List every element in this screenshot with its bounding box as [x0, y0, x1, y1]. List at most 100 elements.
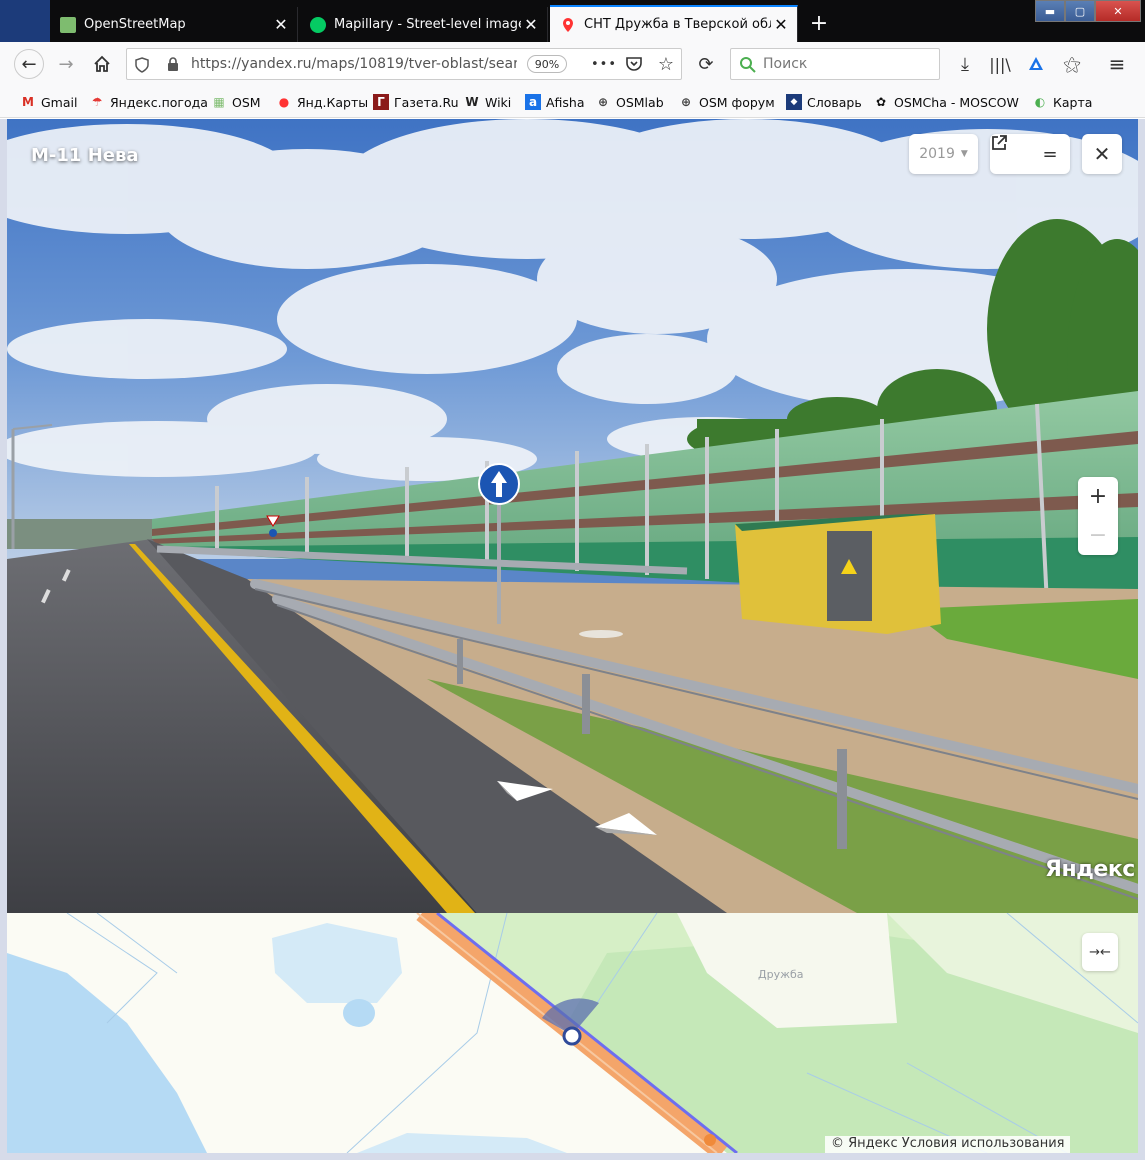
- downloads-button[interactable]: ⤓: [951, 50, 979, 78]
- wikipedia-icon: W: [465, 95, 479, 109]
- year-value: 2019: [919, 146, 955, 162]
- bookmark-label: Янд.Карты: [297, 94, 369, 110]
- year-selector[interactable]: 2019 ▼: [909, 134, 978, 174]
- tab-mapillary[interactable]: Mapillary - Street-level imagery ✕: [300, 7, 548, 42]
- bookmark-label: OSM форум: [699, 94, 775, 110]
- library-button[interactable]: |||\: [986, 50, 1014, 78]
- bookmark-osm[interactable]: ▦ OSM: [211, 94, 261, 110]
- back-button[interactable]: ←: [14, 49, 44, 79]
- zoom-in-button[interactable]: +: [1078, 477, 1118, 516]
- bookmark-dictionary[interactable]: ◆ Словарь: [786, 94, 862, 110]
- maximize-window-button[interactable]: ▢: [1065, 0, 1095, 22]
- extension-button[interactable]: [1022, 50, 1050, 78]
- bookmark-gazeta[interactable]: Г Газета.Ru: [373, 94, 459, 110]
- map-copyright[interactable]: © Яндекс Условия использования: [825, 1136, 1071, 1153]
- bookmark-label: Газета.Ru: [394, 94, 459, 110]
- search-engine-icon: [740, 57, 756, 73]
- bookmark-wiki[interactable]: W Wiki: [464, 94, 511, 110]
- tab-openstreetmap[interactable]: OpenStreetMap ✕: [50, 7, 298, 42]
- home-icon: [94, 55, 110, 72]
- bookmark-afisha[interactable]: a Afisha: [525, 94, 585, 110]
- bookmarks-toolbar: M Gmail ☂ Яндекс.погода ▦ OSM ● Янд.Карты ГГ…: [0, 86, 1145, 118]
- bookmark-label: OSM: [232, 94, 261, 110]
- map-pin-icon: ●: [278, 95, 290, 109]
- close-tab-icon[interactable]: ✕: [771, 15, 791, 35]
- mini-map[interactable]: →← Дружба © Яндекс Условия использования: [7, 913, 1138, 1153]
- window-controls: ▬ ▢ ✕: [1035, 0, 1141, 24]
- tab-title: OpenStreetMap: [84, 17, 186, 32]
- star-icon: ☆: [657, 53, 675, 75]
- bookmark-gmail[interactable]: M Gmail: [20, 94, 77, 110]
- gmail-icon: M: [22, 95, 34, 109]
- bookmark-yandex-maps[interactable]: ● Янд.Карты: [276, 94, 368, 110]
- close-window-button[interactable]: ✕: [1095, 0, 1141, 22]
- lock-icon[interactable]: [167, 57, 179, 72]
- minimize-window-button[interactable]: ▬: [1035, 0, 1065, 22]
- bookmark-label: OSMlab: [616, 94, 664, 110]
- collapse-map-button[interactable]: →←: [1082, 933, 1118, 971]
- tab-title: Mapillary - Street-level imagery: [334, 17, 521, 32]
- arrow-right-icon: →: [58, 53, 74, 75]
- yandex-watermark: Яндекс: [1045, 857, 1135, 882]
- toggle-icon: ◐: [1034, 95, 1046, 109]
- pocket-button[interactable]: [620, 50, 648, 78]
- search-input[interactable]: Поиск: [730, 48, 940, 80]
- navigation-toolbar: ← → https://yandex.ru/maps/10819/tver-ob…: [0, 42, 1145, 86]
- osm-map-icon: [60, 16, 76, 33]
- collapse-arrows-icon: →←: [1089, 944, 1111, 960]
- arrow-left-icon: ←: [21, 53, 37, 75]
- close-tab-icon[interactable]: ✕: [521, 15, 541, 35]
- dictionary-icon: ◆: [786, 94, 802, 110]
- app-menu-button[interactable]: ≡: [1103, 50, 1131, 78]
- street-panorama[interactable]: М-11 Нева 2019 ▼ = ✕ + − Яндекс: [7, 119, 1138, 913]
- url-text[interactable]: https://yandex.ru/maps/10819/tver-oblast…: [191, 56, 517, 72]
- shield-icon[interactable]: [135, 57, 149, 73]
- open-external-button[interactable]: [990, 134, 1030, 174]
- globe-icon: ⊕: [680, 95, 692, 109]
- tab-strip: OpenStreetMap ✕ Mapillary - Street-level…: [0, 0, 1145, 42]
- afisha-icon: a: [525, 94, 541, 110]
- bookmark-label: Afisha: [546, 94, 585, 110]
- extension-triangle-icon: [1029, 57, 1043, 70]
- map-place-label: Дружба: [758, 968, 804, 981]
- new-tab-button[interactable]: +: [804, 8, 834, 38]
- bookmark-osmlab[interactable]: ⊕ OSMlab: [595, 94, 664, 110]
- search-placeholder: Поиск: [763, 56, 808, 72]
- osm-map-icon: ▦: [213, 95, 225, 109]
- map-tiles: [7, 913, 1138, 1153]
- open-external-icon: [992, 135, 1007, 150]
- close-tab-icon[interactable]: ✕: [271, 15, 291, 35]
- panorama-menu-button[interactable]: =: [1030, 134, 1070, 174]
- bookmark-osmcha[interactable]: ✿ OSMCha - MOSCOW: [873, 94, 1019, 110]
- bookmark-osm-forum[interactable]: ⊕ OSM форум: [678, 94, 775, 110]
- umbrella-icon: ☂: [91, 95, 103, 109]
- gazeta-icon: Г: [373, 94, 389, 110]
- page-actions-button[interactable]: •••: [590, 50, 618, 78]
- star-box-icon: ⚝: [1063, 53, 1081, 75]
- forward-button[interactable]: →: [52, 50, 80, 78]
- pocket-icon: [626, 57, 642, 71]
- zoom-level-indicator[interactable]: 90%: [527, 55, 567, 73]
- window-frame-right: [1138, 119, 1145, 1160]
- home-button[interactable]: [88, 50, 116, 78]
- tab-strip-edge: [0, 0, 50, 42]
- zoom-out-button[interactable]: −: [1078, 516, 1118, 555]
- window-frame-left: [0, 119, 7, 1160]
- bookmark-star-button[interactable]: ☆: [652, 50, 680, 78]
- reload-icon: ⟳: [698, 53, 714, 75]
- close-panorama-button[interactable]: ✕: [1082, 134, 1122, 174]
- tab-title: СНТ Дружба в Тверской области: [584, 17, 771, 32]
- extension-star-button[interactable]: ⚝: [1058, 50, 1086, 78]
- bookmark-label: Карта: [1053, 94, 1093, 110]
- mapillary-icon: [310, 16, 326, 33]
- bookmark-label: OSMCha - MOSCOW: [894, 94, 1019, 110]
- library-icon: |||\: [989, 54, 1011, 74]
- tab-yandex-maps[interactable]: СНТ Дружба в Тверской области ✕: [550, 5, 798, 42]
- dropdown-caret-icon: ▼: [960, 149, 968, 159]
- hamburger-menu-icon: ≡: [1108, 52, 1126, 76]
- reload-button[interactable]: ⟳: [692, 50, 720, 78]
- road-name-label: М-11 Нева: [31, 145, 139, 166]
- bookmark-karta[interactable]: ◐ Карта: [1032, 94, 1093, 110]
- panorama-zoom-controls: + −: [1078, 477, 1118, 555]
- bookmark-yandex-weather[interactable]: ☂ Яндекс.погода: [89, 94, 208, 110]
